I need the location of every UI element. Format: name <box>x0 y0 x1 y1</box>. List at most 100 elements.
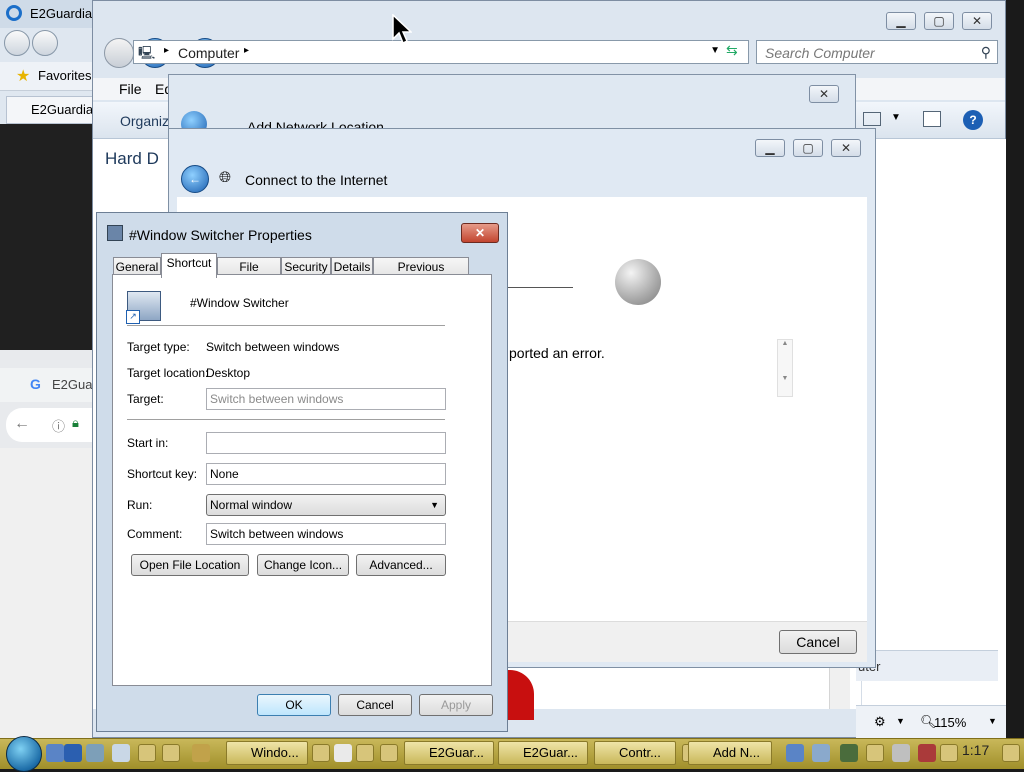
ie-favorites-bar: ★ Favorites <box>0 62 100 91</box>
shortcut-key-label: Shortcut key: <box>127 467 198 481</box>
cti-close-button[interactable]: ✕ <box>831 139 861 157</box>
preview-pane-icon[interactable] <box>923 111 941 127</box>
window-switcher-icon: ↗ <box>126 291 161 324</box>
quicklaunch-icon[interactable] <box>162 744 180 762</box>
shortcut-properties-dialog: #Window Switcher Properties ✕ General Sh… <box>96 212 508 732</box>
breadcrumb-arrow-icon[interactable]: ▸ <box>244 45 249 56</box>
target-field[interactable]: Switch between windows <box>206 388 446 410</box>
info-icon[interactable]: ⓘ <box>52 416 65 435</box>
taskbar-item-add-network[interactable]: Add N... <box>688 741 772 765</box>
back-arrow-icon[interactable]: ← <box>14 415 30 433</box>
show-desktop-icon[interactable] <box>64 744 82 762</box>
tray-icon[interactable] <box>892 744 910 762</box>
explorer-minimize-button[interactable]: ▁ <box>886 12 916 30</box>
taskbar-item-e2guardian-ie[interactable]: E2Guar... <box>498 741 588 765</box>
explorer-address-bar[interactable]: 🖳︎ ▸ Computer ▸ ▼ <box>133 40 749 64</box>
dialog-close-button[interactable]: ✕ <box>461 223 499 243</box>
tray-flag-icon[interactable] <box>866 744 884 762</box>
zoom-level[interactable]: 115% <box>934 715 966 730</box>
tray-icon[interactable] <box>940 744 958 762</box>
details-scrollbar[interactable]: ▲ ▼ <box>777 339 793 397</box>
lock-icon: 🔒︎ <box>72 415 79 430</box>
apply-button[interactable]: Apply <box>419 694 493 716</box>
target-location-label: Target location: <box>127 366 209 380</box>
explorer-close-button[interactable]: ✕ <box>962 12 992 30</box>
views-icon[interactable] <box>863 112 881 126</box>
chevron-down-icon: ▼ <box>430 500 439 510</box>
tray-icon[interactable] <box>840 744 858 762</box>
advanced-button[interactable]: Advanced... <box>356 554 446 576</box>
breadcrumb-arrow-icon[interactable]: ▸ <box>164 45 169 56</box>
start-button[interactable] <box>6 736 42 772</box>
shortcut-name: #Window Switcher <box>190 296 289 310</box>
ie-navbar <box>0 28 100 60</box>
tray-network-icon[interactable] <box>786 744 804 762</box>
taskbar-item-e2guardian-firefox[interactable]: E2Guar... <box>404 741 494 765</box>
chrome-address-bar[interactable]: ← ⓘ 🔒︎ <box>6 408 100 442</box>
mouse-cursor-icon <box>392 14 412 45</box>
shortcut-key-field[interactable]: None <box>206 463 446 485</box>
tray-icon[interactable] <box>812 744 830 762</box>
cti-maximize-button[interactable]: ▢ <box>793 139 823 157</box>
menu-file[interactable]: File <box>119 81 142 97</box>
taskbar-icon[interactable] <box>312 744 330 762</box>
taskbar-item-window-switcher[interactable]: Windo... <box>226 741 308 765</box>
open-file-location-button[interactable]: Open File Location <box>131 554 249 576</box>
computer-icon: 🖳︎ <box>138 45 156 60</box>
run-select[interactable]: Normal window ▼ <box>206 494 446 516</box>
network-icon: 🌐︎ <box>219 169 232 186</box>
cti-back-button[interactable]: ← <box>181 165 209 193</box>
ie-forward-button[interactable] <box>32 30 58 56</box>
chrome-tab[interactable]: G E2Guar <box>0 368 100 402</box>
ie-title: E2Guardia <box>30 6 93 21</box>
tray-volume-icon[interactable] <box>918 744 936 762</box>
favorites-button[interactable]: Favorites <box>38 68 91 83</box>
ie-back-button[interactable] <box>4 30 30 56</box>
comment-field[interactable]: Switch between windows <box>206 523 446 545</box>
cti-title: Connect to the Internet <box>245 172 388 188</box>
explorer-status: uter <box>856 650 998 681</box>
shortcut-arrow-icon: ↗ <box>126 310 140 324</box>
section-heading: Hard D <box>105 149 159 168</box>
show-desktop-button[interactable] <box>1002 744 1020 762</box>
quicklaunch-icon[interactable] <box>138 744 156 762</box>
ie-tab-label: E2Guardia <box>31 102 94 117</box>
star-icon: ★ <box>16 68 31 85</box>
quicklaunch-icon[interactable] <box>192 744 210 762</box>
refresh-icon[interactable]: ⇆ <box>726 42 738 59</box>
explorer-back-button[interactable] <box>104 38 134 68</box>
comment-label: Comment: <box>127 527 183 541</box>
search-icon[interactable]: ⚲ <box>981 44 991 61</box>
start-in-field[interactable] <box>206 432 446 454</box>
change-icon-button[interactable]: Change Icon... <box>257 554 349 576</box>
zone-dropdown-icon[interactable]: ▼ <box>896 716 905 726</box>
tab-shortcut[interactable]: Shortcut <box>161 253 217 278</box>
run-label: Run: <box>127 498 153 512</box>
quicklaunch-icon[interactable] <box>86 744 104 762</box>
cti-cancel-button[interactable]: Cancel <box>779 630 857 654</box>
anl-close-button[interactable]: ✕ <box>809 85 839 103</box>
taskbar-icon[interactable] <box>356 744 374 762</box>
zoom-dropdown-icon[interactable]: ▼ <box>988 716 997 726</box>
explorer-maximize-button[interactable]: ▢ <box>924 12 954 30</box>
dialog-title: #Window Switcher Properties <box>129 227 312 243</box>
ie-tab[interactable]: E2Guardia <box>6 96 102 124</box>
views-dropdown-icon[interactable]: ▼ <box>891 112 901 123</box>
shortcut-tab-panel: ↗ #Window Switcher Target type: Switch b… <box>112 274 492 686</box>
cti-minimize-button[interactable]: ▁ <box>755 139 785 157</box>
cancel-button[interactable]: Cancel <box>338 694 412 716</box>
organize-button[interactable]: Organiz <box>120 113 169 129</box>
explorer-search-box[interactable]: Search Computer ⚲ <box>756 40 998 64</box>
security-zone-icon[interactable]: ⚙ <box>874 714 886 730</box>
taskbar-icon[interactable] <box>334 744 352 762</box>
ok-button[interactable]: OK <box>257 694 331 716</box>
taskbar-clock[interactable]: 1:17 <box>962 742 989 758</box>
globe-icon <box>615 259 661 305</box>
help-icon[interactable]: ? <box>963 110 983 130</box>
taskbar-icon[interactable] <box>380 744 398 762</box>
quicklaunch-icon[interactable] <box>112 744 130 762</box>
taskbar-item-control-panel[interactable]: Contr... <box>594 741 676 765</box>
start-in-label: Start in: <box>127 436 169 450</box>
address-dropdown-icon[interactable]: ▼ <box>710 45 720 56</box>
quicklaunch-icon[interactable] <box>46 744 64 762</box>
